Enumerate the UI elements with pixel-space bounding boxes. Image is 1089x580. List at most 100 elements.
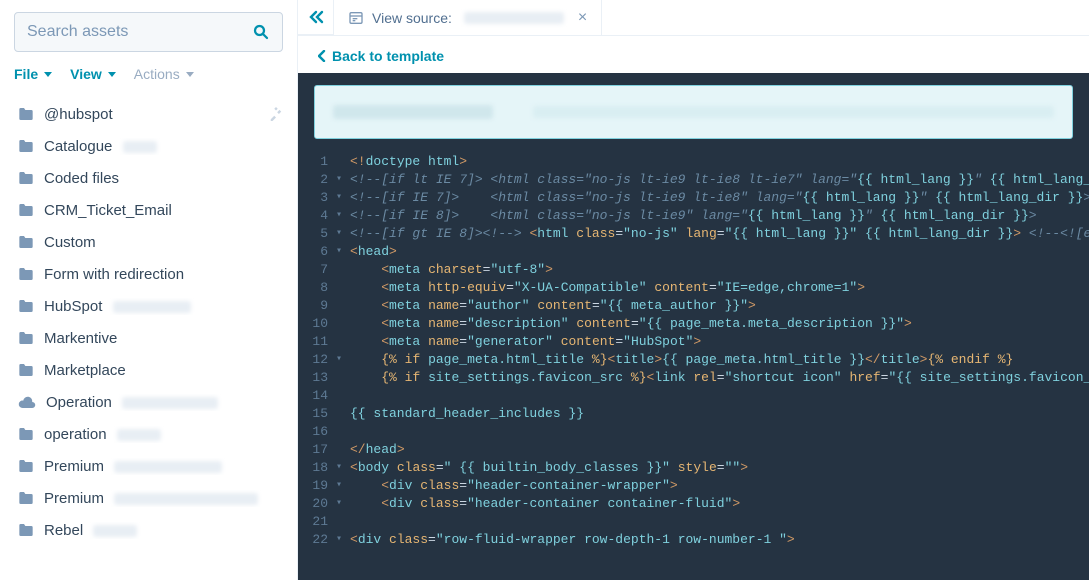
tree-row[interactable]: Markentive	[0, 322, 297, 354]
line-number: 10	[298, 315, 332, 333]
tree-label: Marketplace	[44, 362, 283, 379]
folder-icon	[18, 363, 34, 377]
line-number: 13	[298, 369, 332, 387]
code-line: 13 {% if site_settings.favicon_src %}<li…	[298, 369, 1089, 387]
tree-row[interactable]: Premium	[0, 482, 297, 514]
tools-icon[interactable]	[269, 107, 283, 121]
tree-row[interactable]: Marketplace	[0, 354, 297, 386]
search-input[interactable]	[27, 23, 252, 41]
folder-icon	[18, 331, 34, 345]
chevron-left-icon	[318, 50, 326, 62]
fold-toggle	[332, 405, 346, 423]
code-line: 14	[298, 387, 1089, 405]
fold-toggle[interactable]: ▾	[332, 477, 346, 495]
info-banner	[314, 85, 1073, 139]
tree-row[interactable]: Catalogue	[0, 130, 297, 162]
fold-toggle[interactable]: ▾	[332, 171, 346, 189]
tree-label: Rebel	[44, 522, 283, 539]
folder-icon	[18, 459, 34, 473]
fold-toggle[interactable]: ▾	[332, 207, 346, 225]
code-area[interactable]: 1 <!doctype html>2▾<!--[if lt IE 7]> <htm…	[298, 153, 1089, 580]
tab-title: View source:	[372, 10, 452, 26]
line-number: 4	[298, 207, 332, 225]
code-line: 8 <meta http-equiv="X-UA-Compatible" con…	[298, 279, 1089, 297]
line-number: 16	[298, 423, 332, 441]
line-number: 9	[298, 297, 332, 315]
fold-toggle	[332, 423, 346, 441]
line-number: 8	[298, 279, 332, 297]
fold-toggle[interactable]: ▾	[332, 243, 346, 261]
code-content	[346, 513, 350, 531]
search-wrap	[0, 0, 297, 62]
fold-toggle[interactable]: ▾	[332, 459, 346, 477]
line-number: 18	[298, 459, 332, 477]
code-line: 10 <meta name="description" content="{{ …	[298, 315, 1089, 333]
tree-row[interactable]: Form with redirection	[0, 258, 297, 290]
folder-icon	[18, 107, 34, 121]
fold-toggle[interactable]: ▾	[332, 351, 346, 369]
line-number: 1	[298, 153, 332, 171]
line-number: 21	[298, 513, 332, 531]
tree-row[interactable]: CRM_Ticket_Email	[0, 194, 297, 226]
redacted-text	[533, 106, 1054, 118]
fold-toggle	[332, 315, 346, 333]
code-line: 9 <meta name="author" content="{{ meta_a…	[298, 297, 1089, 315]
line-number: 3	[298, 189, 332, 207]
tree-row[interactable]: HubSpot	[0, 290, 297, 322]
code-line: 16	[298, 423, 1089, 441]
code-content: <!--[if IE 7]> <html class="no-js lt-ie9…	[346, 189, 1089, 207]
code-content: <head>	[346, 243, 397, 261]
tree-row[interactable]: @hubspot	[0, 98, 297, 130]
line-number: 2	[298, 171, 332, 189]
source-icon	[348, 10, 364, 26]
fold-toggle[interactable]: ▾	[332, 495, 346, 513]
redacted-text	[464, 12, 564, 24]
code-content: {% if page_meta.html_title %}<title>{{ p…	[346, 351, 1013, 369]
code-line: 5▾<!--[if gt IE 8]><!--> <html class="no…	[298, 225, 1089, 243]
line-number: 12	[298, 351, 332, 369]
code-line: 12▾ {% if page_meta.html_title %}<title>…	[298, 351, 1089, 369]
search-box[interactable]	[14, 12, 283, 52]
code-line: 17</head>	[298, 441, 1089, 459]
breadcrumb-row: Back to template	[298, 36, 1089, 73]
tree-label: operation	[44, 426, 283, 443]
folder-icon	[18, 171, 34, 185]
code-content: <meta name="author" content="{{ meta_aut…	[346, 297, 756, 315]
line-number: 7	[298, 261, 332, 279]
redacted-text	[117, 429, 161, 441]
collapse-sidebar-button[interactable]	[298, 0, 334, 35]
back-to-template-link[interactable]: Back to template	[318, 48, 444, 64]
close-tab-button[interactable]: ×	[578, 10, 587, 26]
tree-row[interactable]: Premium	[0, 450, 297, 482]
code-line: 15{{ standard_header_includes }}	[298, 405, 1089, 423]
cloud-icon	[18, 395, 36, 409]
fold-toggle[interactable]: ▾	[332, 531, 346, 549]
code-line: 1 <!doctype html>	[298, 153, 1089, 171]
fold-toggle[interactable]: ▾	[332, 225, 346, 243]
line-number: 20	[298, 495, 332, 513]
menu-file[interactable]: File	[14, 66, 52, 82]
menu-view[interactable]: View	[70, 66, 116, 82]
tree-row[interactable]: Operation	[0, 386, 297, 418]
code-content: <meta http-equiv="X-UA-Compatible" conte…	[346, 279, 865, 297]
folder-icon	[18, 203, 34, 217]
code-line: 2▾<!--[if lt IE 7]> <html class="no-js l…	[298, 171, 1089, 189]
line-number: 6	[298, 243, 332, 261]
tree-row[interactable]: Coded files	[0, 162, 297, 194]
sidebar: File View Actions @hubspotCatalogue Code…	[0, 0, 298, 580]
tree-label: Catalogue	[44, 138, 283, 155]
tree-row[interactable]: Custom	[0, 226, 297, 258]
code-line: 22▾<div class="row-fluid-wrapper row-dep…	[298, 531, 1089, 549]
asset-tree[interactable]: @hubspot Catalogue Coded filesCRM_Ticket_…	[0, 94, 297, 580]
tree-row[interactable]: Rebel	[0, 514, 297, 546]
tree-row[interactable]: operation	[0, 418, 297, 450]
code-content: <div class="row-fluid-wrapper row-depth-…	[346, 531, 795, 549]
line-number: 19	[298, 477, 332, 495]
menu-view-label: View	[70, 66, 102, 82]
tab-view-source[interactable]: View source: ×	[334, 0, 602, 35]
code-content: <!doctype html>	[346, 153, 467, 171]
code-content: <div class="header-container container-f…	[346, 495, 740, 513]
caret-down-icon	[108, 72, 116, 77]
fold-toggle[interactable]: ▾	[332, 189, 346, 207]
line-number: 5	[298, 225, 332, 243]
